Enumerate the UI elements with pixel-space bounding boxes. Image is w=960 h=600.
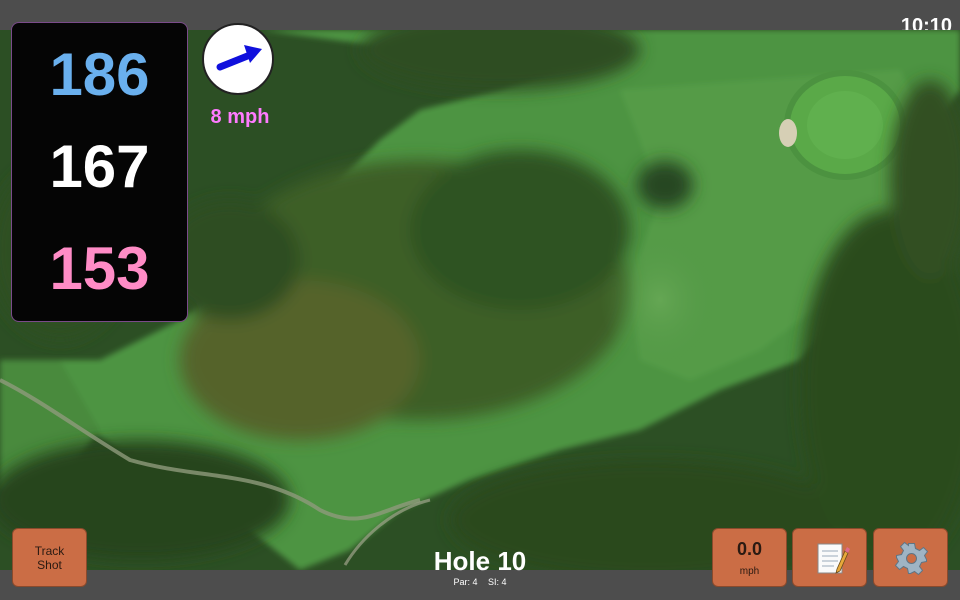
speed-value: 0.0 (736, 539, 763, 559)
back-yardage: 186 (49, 41, 150, 108)
hole-par: Par: 4 (453, 577, 478, 587)
yardage-panel: 186 167 153 (11, 22, 188, 322)
wind-speed-label: 8 mph (210, 106, 270, 128)
middle-yardage: 167 (49, 133, 150, 200)
speed-unit: mph (739, 566, 760, 577)
track-shot-button[interactable]: Track Shot (12, 528, 87, 587)
hole-stroke-index: SI: 4 (488, 577, 507, 587)
track-shot-label: Track Shot (34, 543, 65, 572)
settings-button[interactable] (873, 528, 948, 587)
front-yardage: 153 (49, 235, 150, 302)
wind-arrow-icon (216, 45, 262, 71)
gear-icon (894, 541, 929, 576)
notes-button[interactable] (792, 528, 867, 587)
hole-title: Hole 10 (433, 546, 527, 576)
speed-button[interactable]: 0.0 mph (712, 528, 787, 587)
hole-info: Par: 4 SI: 4 (380, 577, 580, 587)
notepad-icon (817, 543, 850, 574)
wind-direction-indicator (202, 23, 274, 95)
